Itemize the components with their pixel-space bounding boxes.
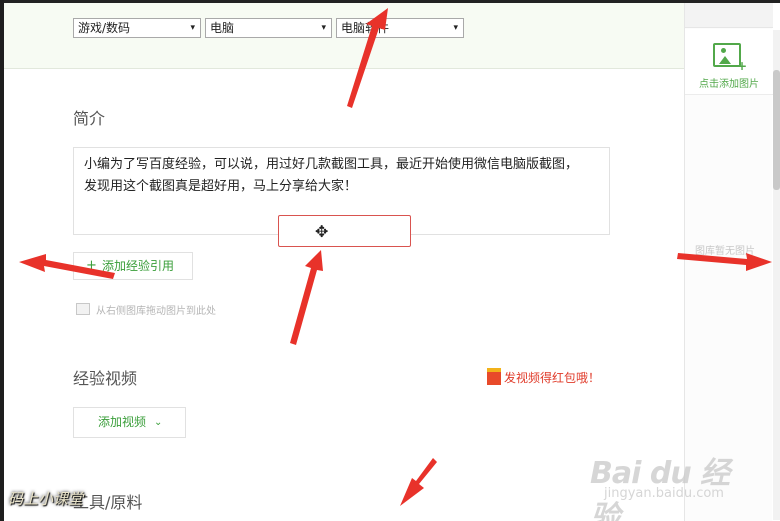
corner-logo: 码上小课堂 — [8, 490, 84, 508]
intro-title: 简介 — [73, 109, 106, 128]
dropdown-arrow-icon: ▾ — [190, 23, 195, 33]
add-reference-label: 添加经验引用 — [102, 259, 175, 273]
gift-icon — [487, 368, 501, 385]
intro-text-line2: 发现用这个截图真是超好用，马上分享给大家！ — [84, 179, 358, 194]
baidu-jingyan-watermark: Bai du 经验 jingyan.baidu.com — [590, 448, 750, 521]
category-level1-value: 游戏/数码 — [78, 21, 131, 35]
add-image-label: 点击添加图片 — [699, 79, 759, 90]
add-video-button[interactable]: 添加视频 ⌄ — [73, 407, 186, 438]
panel-top-strip — [685, 3, 773, 28]
image-drag-box[interactable]: ✥ — [278, 215, 411, 247]
video-title: 经验视频 — [73, 369, 138, 388]
plus-icon: + — [86, 258, 97, 273]
add-image-button[interactable]: + 点击添加图片 — [685, 29, 773, 95]
dropdown-arrow-icon: ▾ — [321, 23, 326, 33]
category-level2-value: 电脑 — [210, 21, 235, 35]
category-select-level2[interactable]: 电脑 ▾ — [205, 18, 332, 38]
move-icon[interactable]: ✥ — [315, 222, 328, 241]
category-bar: 游戏/数码 ▾ 电脑 ▾ 电脑软件 ▾ — [4, 3, 684, 69]
scrollbar-thumb[interactable] — [773, 70, 780, 190]
add-reference-button[interactable]: + 添加经验引用 — [73, 252, 193, 280]
image-library-panel: + 点击添加图片 图库暂无图片 — [684, 3, 773, 521]
category-select-level3[interactable]: 电脑软件 ▾ — [336, 18, 464, 38]
page-scrollbar[interactable] — [773, 30, 780, 520]
dropdown-arrow-icon: ▾ — [453, 23, 458, 33]
drag-hint-text: 从右侧图库拖动图片到此处 — [96, 306, 216, 317]
image-library-empty-text: 图库暂无图片 — [695, 246, 755, 257]
intro-text-line1: 小编为了写百度经验，可以说，用过好几款截图工具，最近开始使用微信电脑版截图， — [84, 157, 579, 172]
watermark-url: jingyan.baidu.com — [604, 486, 724, 501]
editor-main: 游戏/数码 ▾ 电脑 ▾ 电脑软件 ▾ 简介 小编为了写百度经验，可以说，用过好… — [4, 3, 684, 521]
category-level3-value: 电脑软件 — [341, 21, 390, 35]
redpack-text: 发视频得红包哦！ — [504, 371, 601, 385]
chevron-down-icon: ⌄ — [154, 417, 163, 428]
image-placeholder-icon — [76, 303, 90, 315]
plus-icon: + — [737, 59, 748, 73]
add-video-label: 添加视频 — [98, 415, 147, 429]
category-select-level1[interactable]: 游戏/数码 ▾ — [73, 18, 201, 38]
watermark-brand: Bai du 经验 — [590, 456, 730, 521]
